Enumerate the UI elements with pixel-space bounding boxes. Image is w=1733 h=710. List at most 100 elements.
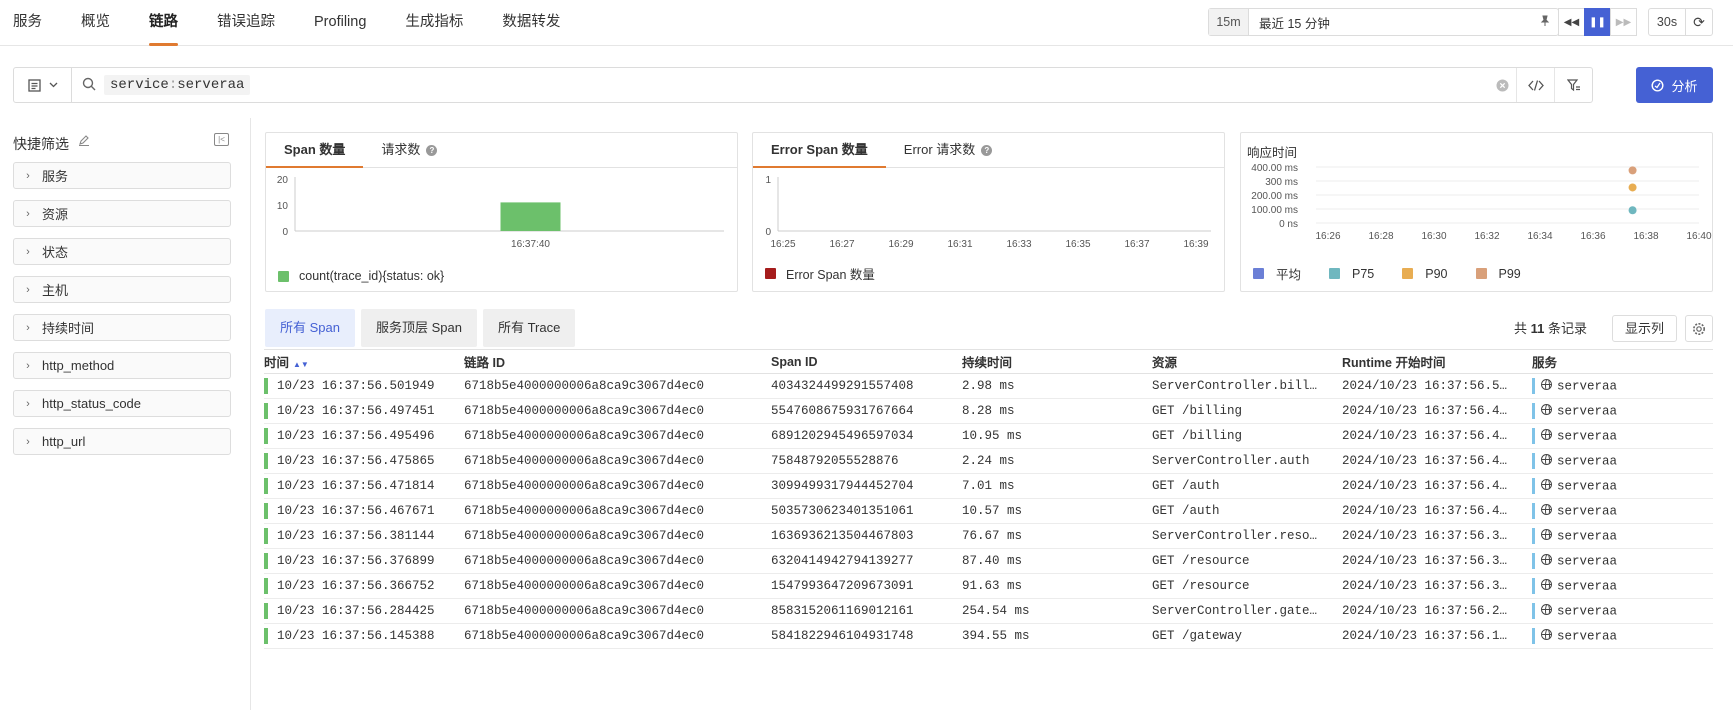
view-tabs: 所有 Span 服务顶层 Span 所有 Trace: [265, 309, 576, 347]
code-icon[interactable]: [1516, 68, 1554, 102]
pause-icon[interactable]: ❚❚: [1584, 8, 1611, 36]
x-tick-label: 16:27: [829, 239, 854, 250]
runtime-start-cell: 2024/10/23 16:37:56.3…: [1342, 579, 1508, 593]
col-header-runtime-start[interactable]: Runtime 开始时间: [1342, 352, 1445, 371]
span-id-cell: 5547608675931767664: [771, 404, 914, 418]
nav-item-overview[interactable]: 概览: [68, 0, 123, 46]
rewind-icon[interactable]: ◀◀: [1558, 8, 1585, 36]
col-header-service[interactable]: 服务: [1532, 352, 1557, 371]
service-cell[interactable]: serveraa: [1532, 378, 1702, 394]
table-row[interactable]: 10/23 16:37:56.475865 6718b5e4000000006a8…: [264, 449, 1713, 474]
time-range-picker[interactable]: 15m 最近 15 分钟: [1208, 8, 1559, 36]
help-icon[interactable]: ?: [426, 145, 438, 156]
service-cell[interactable]: serveraa: [1532, 453, 1702, 469]
service-name: serveraa: [1557, 554, 1618, 569]
col-header-duration[interactable]: 持续时间: [962, 352, 1012, 371]
tab-service-top-spans[interactable]: 服务顶层 Span: [360, 309, 477, 347]
collapse-sidebar-icon[interactable]: |<: [214, 133, 229, 146]
table-row[interactable]: 10/23 16:37:56.145388 6718b5e4000000006a8…: [264, 624, 1713, 649]
service-cell[interactable]: serveraa: [1532, 428, 1702, 444]
time-cell: 10/23 16:37:56.475865: [277, 454, 435, 468]
facet-host[interactable]: › 主机: [13, 276, 231, 303]
facet-http-status-code[interactable]: › http_status_code: [13, 390, 231, 417]
refresh-interval[interactable]: 30s: [1648, 8, 1686, 36]
facet-resource[interactable]: › 资源: [13, 200, 231, 227]
table-row[interactable]: 10/23 16:37:56.284425 6718b5e4000000006a8…: [264, 599, 1713, 624]
table-row[interactable]: 10/23 16:37:56.497451 6718b5e4000000006a8…: [264, 399, 1713, 424]
x-tick-label: 16:37:40: [511, 239, 550, 250]
col-header-trace-id[interactable]: 链路 ID: [464, 352, 505, 371]
chart-plot: 0 10 20 16:37:40: [277, 175, 724, 250]
nav-item-error-tracking[interactable]: 错误追踪: [204, 0, 288, 46]
pin-icon[interactable]: [1532, 15, 1558, 30]
service-cell[interactable]: serveraa: [1532, 578, 1702, 594]
sort-icon[interactable]: ▲▼: [293, 360, 309, 369]
service-cell[interactable]: serveraa: [1532, 503, 1702, 519]
col-header-span-id[interactable]: Span ID: [771, 355, 818, 369]
table-row[interactable]: 10/23 16:37:56.495496 6718b5e4000000006a8…: [264, 424, 1713, 449]
service-cell[interactable]: serveraa: [1532, 403, 1702, 419]
service-cell[interactable]: serveraa: [1532, 553, 1702, 569]
display-columns-button[interactable]: 显示列: [1612, 315, 1677, 342]
chart-plot: 0 1 16:25 16:27 16:29 16:31 16:33 16:35 16:37 16:…: [765, 175, 1211, 250]
resource-cell: ServerController.auth: [1152, 454, 1310, 468]
col-header-time[interactable]: 时间 ▲▼: [264, 352, 309, 371]
chart-tabs: Span 数量 请求数?: [266, 133, 737, 168]
time-range-short[interactable]: 15m: [1209, 9, 1249, 35]
table-row[interactable]: 10/23 16:37:56.467671 6718b5e4000000006a8…: [264, 499, 1713, 524]
service-cell[interactable]: serveraa: [1532, 528, 1702, 544]
globe-icon: [1541, 429, 1552, 441]
tab-all-traces[interactable]: 所有 Trace: [482, 309, 576, 347]
help-icon[interactable]: ?: [981, 145, 993, 156]
clear-icon[interactable]: [1488, 68, 1516, 102]
nav-item-generate-metrics[interactable]: 生成指标: [392, 0, 476, 46]
facet-http-method[interactable]: › http_method: [13, 352, 231, 379]
refresh-icon[interactable]: ⟳: [1685, 8, 1713, 36]
table-row[interactable]: 10/23 16:37:56.501949 6718b5e4000000006a8…: [264, 374, 1713, 399]
x-tick-label: 16:30: [1421, 231, 1446, 242]
search-input[interactable]: service:serveraa: [104, 75, 251, 95]
table-row[interactable]: 10/23 16:37:56.471814 6718b5e4000000006a8…: [264, 474, 1713, 499]
facet-service[interactable]: › 服务: [13, 162, 231, 189]
tab-error-request-count[interactable]: Error 请求数?: [886, 133, 1011, 167]
tab-error-span-count[interactable]: Error Span 数量: [753, 133, 886, 168]
table-row[interactable]: 10/23 16:37:56.376899 6718b5e4000000006a8…: [264, 549, 1713, 574]
time-cell: 10/23 16:37:56.501949: [277, 379, 435, 393]
record-count-prefix: 共: [1514, 321, 1528, 336]
facet-http-url[interactable]: › http_url: [13, 428, 231, 455]
service-color-bar: [1532, 478, 1535, 494]
time-range-label[interactable]: 最近 15 分钟: [1249, 13, 1532, 32]
nav-item-profiling[interactable]: Profiling: [301, 0, 379, 46]
y-tick-label: 100.00 ms: [1251, 205, 1298, 216]
service-cell[interactable]: serveraa: [1532, 478, 1702, 494]
tab-all-spans[interactable]: 所有 Span: [265, 309, 355, 347]
gear-icon[interactable]: [1685, 315, 1713, 342]
runtime-start-cell: 2024/10/23 16:37:56.4…: [1342, 454, 1508, 468]
analyze-button[interactable]: 分析: [1636, 67, 1713, 103]
source-selector[interactable]: [14, 68, 72, 102]
tab-request-count[interactable]: 请求数?: [363, 133, 455, 167]
chevron-right-icon: ›: [26, 435, 30, 448]
nav-item-traces[interactable]: 链路: [136, 0, 191, 46]
filter-icon[interactable]: [1554, 68, 1592, 102]
chart-legend: count(trace_id){status: ok}: [278, 269, 444, 283]
legend-swatch: [1253, 268, 1264, 279]
col-header-resource[interactable]: 资源: [1152, 352, 1177, 371]
x-tick-label: 16:31: [947, 239, 972, 250]
facet-status[interactable]: › 状态: [13, 238, 231, 265]
table-row[interactable]: 10/23 16:37:56.366752 6718b5e4000000006a8…: [264, 574, 1713, 599]
nav-item-data-forwarding[interactable]: 数据转发: [489, 0, 573, 46]
fast-forward-icon[interactable]: ▶▶: [1610, 8, 1637, 36]
span-id-cell: 5035730623401351061: [771, 504, 914, 518]
edit-icon[interactable]: [78, 134, 90, 149]
record-count-suffix: 条记录: [1548, 321, 1588, 336]
service-cell[interactable]: serveraa: [1532, 603, 1702, 619]
nav-item-services[interactable]: 服务: [0, 0, 55, 46]
table-row[interactable]: 10/23 16:37:56.381144 6718b5e4000000006a8…: [264, 524, 1713, 549]
data-point: [1628, 166, 1637, 175]
search-icon: [82, 77, 96, 94]
facet-duration[interactable]: › 持续时间: [13, 314, 231, 341]
service-cell[interactable]: serveraa: [1532, 628, 1702, 644]
tab-span-count[interactable]: Span 数量: [266, 133, 364, 168]
globe-icon: [1541, 454, 1552, 466]
